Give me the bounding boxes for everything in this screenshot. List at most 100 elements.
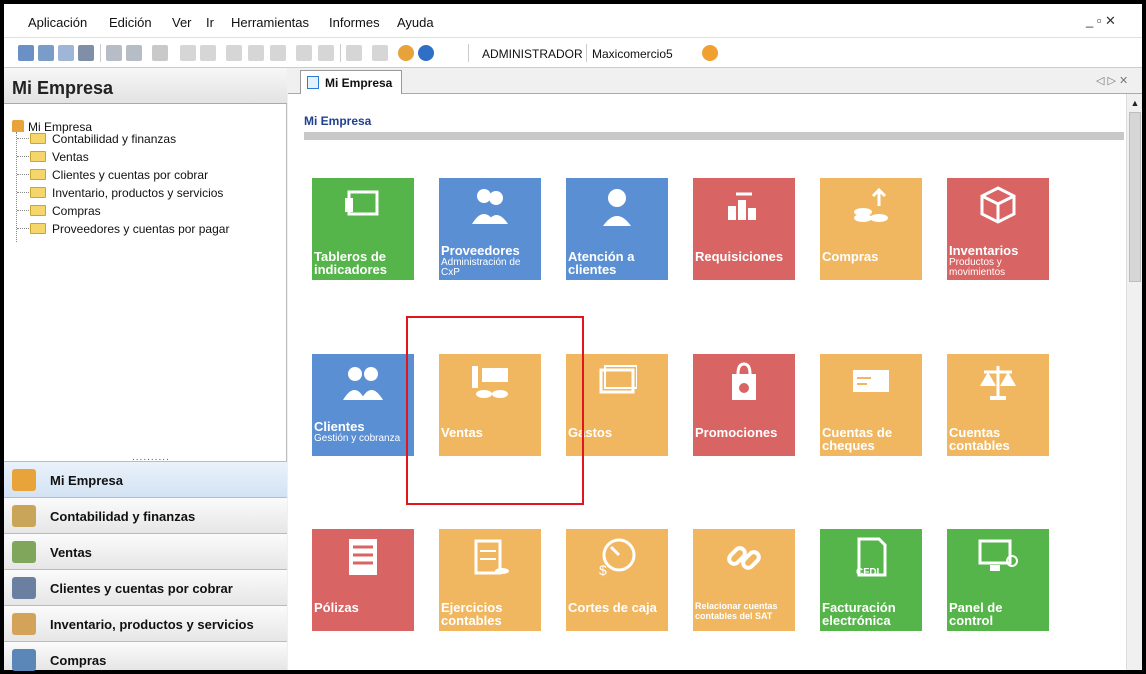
tree-item-ventas[interactable]: Ventas: [30, 150, 89, 164]
nav-label: Contabilidad y finanzas: [50, 509, 196, 524]
toolbar-separator: [100, 44, 101, 62]
paste-icon[interactable]: [126, 45, 142, 61]
clients-icon: [343, 367, 383, 400]
menu-informes[interactable]: Informes: [329, 15, 380, 30]
tab-mi-empresa[interactable]: Mi Empresa: [300, 70, 402, 94]
home-icon[interactable]: [398, 45, 414, 61]
tile-inventory[interactable]: Inventarios Productos y movimientos: [947, 178, 1049, 280]
filter-icon[interactable]: [372, 45, 388, 61]
tile-cfdi[interactable]: CFDI Facturación electrónica: [820, 529, 922, 631]
new-record-icon[interactable]: [18, 45, 34, 61]
tile-customer-service[interactable]: Atención a clientes: [566, 178, 668, 280]
menu-ver[interactable]: Ver: [172, 15, 192, 30]
tile-policies[interactable]: Pólizas: [312, 529, 414, 631]
tile-link[interactable]: Relacionar cuentas contables del SAT: [693, 529, 795, 631]
cfdi-badge: CFDI: [856, 567, 880, 578]
next-record-icon[interactable]: [296, 45, 312, 61]
nav-label: Inventario, productos y servicios: [50, 617, 254, 632]
folder-icon: [30, 133, 46, 144]
preview-icon[interactable]: [58, 45, 74, 61]
nav-ventas[interactable]: Ventas: [4, 533, 287, 569]
tile-fiscal-years[interactable]: Ejercicios contables: [439, 529, 541, 631]
tile-title: Facturación electrónica: [822, 600, 896, 628]
tile-title: Cortes de caja: [568, 600, 657, 615]
print-icon[interactable]: [78, 45, 94, 61]
folder-icon: [30, 223, 46, 234]
tile-clients[interactable]: Clientes Gestión y cobranza: [312, 354, 414, 456]
tile-title: Tableros de indicadores: [314, 249, 387, 277]
inventory-icon: [980, 186, 1016, 224]
checks-icon: [853, 370, 889, 392]
tile-suppliers[interactable]: Proveedores Administración de CxP: [439, 178, 541, 280]
nav-mi-empresa[interactable]: Mi Empresa: [4, 461, 287, 497]
tile-title: Proveedores: [441, 243, 520, 258]
tree-item-inventario[interactable]: Inventario, productos y servicios: [30, 186, 223, 200]
nav-label: Compras: [50, 653, 107, 668]
menu-ir[interactable]: Ir: [206, 15, 214, 30]
tree-connector: [17, 192, 29, 193]
vertical-scrollbar[interactable]: ▲: [1126, 94, 1142, 670]
tree-item-label: Proveedores y cuentas por pagar: [52, 222, 230, 236]
menu-ayuda[interactable]: Ayuda: [397, 15, 434, 30]
update-icon[interactable]: [702, 45, 718, 61]
current-company[interactable]: Maxicomercio5: [592, 47, 673, 61]
previous-record-icon[interactable]: [200, 45, 216, 61]
nav-compras[interactable]: Compras: [4, 641, 287, 671]
accounts-icon: [980, 366, 1016, 400]
folder-icon: [30, 151, 46, 162]
users-icon[interactable]: [152, 45, 168, 61]
tree-item-contabilidad[interactable]: Contabilidad y finanzas: [30, 132, 176, 146]
tab-strip: Mi Empresa ◁ ▷ ✕: [288, 68, 1142, 94]
tree-item-compras[interactable]: Compras: [30, 204, 101, 218]
tile-title: Pólizas: [314, 600, 359, 615]
requisitions-icon: [728, 192, 756, 220]
nav-inventario[interactable]: Inventario, productos y servicios: [4, 605, 287, 641]
delete-record-icon[interactable]: [248, 45, 264, 61]
home-icon: [12, 469, 36, 491]
tab-navigation-controls[interactable]: ◁ ▷ ✕: [1096, 74, 1128, 87]
window-controls[interactable]: _ ▫ ✕: [1086, 13, 1116, 29]
left-panel-header: Mi Empresa: [4, 68, 287, 104]
tree-item-clientes[interactable]: Clientes y cuentas por cobrar: [30, 168, 208, 182]
tile-control-panel[interactable]: Panel de control: [947, 529, 1049, 631]
tree-item-label: Contabilidad y finanzas: [52, 132, 177, 146]
tree-item-label: Compras: [52, 204, 101, 218]
tile-purchases[interactable]: Compras: [820, 178, 922, 280]
tile-checks[interactable]: Cuentas de cheques: [820, 354, 922, 456]
left-panel: Mi Empresa Mi Empresa Contabilidad y fin…: [4, 68, 287, 671]
open-icon[interactable]: [38, 45, 54, 61]
tree-item-label: Clientes y cuentas por cobrar: [52, 168, 209, 182]
insert-record-icon[interactable]: [226, 45, 242, 61]
svg-text:$: $: [599, 562, 607, 577]
help-icon[interactable]: [418, 45, 434, 61]
first-record-icon[interactable]: [180, 45, 196, 61]
save-record-icon[interactable]: [270, 45, 286, 61]
dashboard-icon: [345, 190, 379, 216]
nav-contabilidad[interactable]: Contabilidad y finanzas: [4, 497, 287, 533]
nav-clientes[interactable]: Clientes y cuentas por cobrar: [4, 569, 287, 605]
menu-bar: Aplicación Edición Ver Ir Herramientas I…: [4, 4, 1142, 38]
tile-requisitions[interactable]: Requisiciones: [693, 178, 795, 280]
nav-label: Ventas: [50, 545, 92, 560]
customer-service-icon: [603, 189, 631, 226]
menu-aplicacion[interactable]: Aplicación: [28, 15, 87, 30]
tile-promotions[interactable]: Promociones: [693, 354, 795, 456]
menu-edicion[interactable]: Edición: [109, 15, 152, 30]
scroll-thumb[interactable]: [1129, 112, 1141, 282]
tile-title: Relacionar cuentas contables del SAT: [695, 601, 778, 621]
home-icon: [12, 120, 24, 132]
search-icon[interactable]: [346, 45, 362, 61]
toolbar-separator: [340, 44, 341, 62]
folder-icon: [30, 205, 46, 216]
last-record-icon[interactable]: [318, 45, 334, 61]
suppliers-icon: [472, 189, 508, 224]
menu-herramientas[interactable]: Herramientas: [231, 15, 309, 30]
cash-cut-icon: $: [599, 538, 636, 577]
scroll-up-arrow-icon[interactable]: ▲: [1129, 96, 1141, 110]
tree-item-proveedores[interactable]: Proveedores y cuentas por pagar: [30, 222, 229, 236]
tile-dashboard[interactable]: Tableros de indicadores: [312, 178, 414, 280]
cart-icon: [12, 649, 36, 671]
tile-accounts[interactable]: Cuentas contables: [947, 354, 1049, 456]
tile-cash-cut[interactable]: $ Cortes de caja: [566, 529, 668, 631]
copy-icon[interactable]: [106, 45, 122, 61]
